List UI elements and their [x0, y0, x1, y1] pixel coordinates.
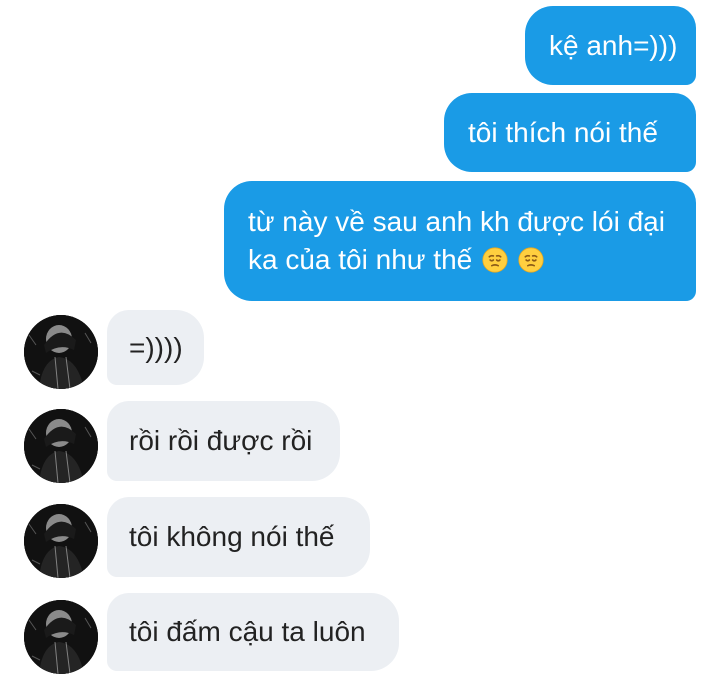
incoming-message-bubble[interactable]: rồi rồi được rồi: [107, 401, 340, 481]
message-text: tôi không nói thế: [129, 521, 335, 552]
profile-photo: [24, 409, 98, 483]
message-text-line-1: từ này về sau anh kh được lói đại: [248, 206, 665, 237]
message-text: kệ anh=))): [549, 30, 678, 61]
avatar[interactable]: [24, 600, 98, 674]
message-text: tôi đấm cậu ta luôn: [129, 616, 366, 647]
profile-photo: [24, 600, 98, 674]
message-text-line-2: ka của tôi như thế: [248, 241, 672, 279]
pensive-face-icon: [518, 247, 544, 273]
avatar[interactable]: [24, 504, 98, 578]
incoming-message-bubble[interactable]: tôi đấm cậu ta luôn: [107, 593, 399, 671]
chat-thread: kệ anh=))) tôi thích nói thế từ này về s…: [0, 0, 720, 674]
profile-photo: [24, 504, 98, 578]
message-text: =)))): [129, 332, 183, 363]
outgoing-message-bubble[interactable]: kệ anh=))): [525, 6, 696, 85]
incoming-message-bubble[interactable]: tôi không nói thế: [107, 497, 370, 577]
outgoing-message-bubble[interactable]: từ này về sau anh kh được lói đại ka của…: [224, 181, 696, 301]
message-text: ka của tôi như thế: [248, 244, 473, 275]
outgoing-message-bubble[interactable]: tôi thích nói thế: [444, 93, 696, 172]
avatar[interactable]: [24, 315, 98, 389]
profile-photo: [24, 315, 98, 389]
message-text: tôi thích nói thế: [468, 117, 658, 148]
pensive-face-icon: [482, 247, 508, 273]
avatar[interactable]: [24, 409, 98, 483]
message-text: rồi rồi được rồi: [129, 425, 313, 456]
incoming-message-bubble[interactable]: =)))): [107, 310, 204, 385]
